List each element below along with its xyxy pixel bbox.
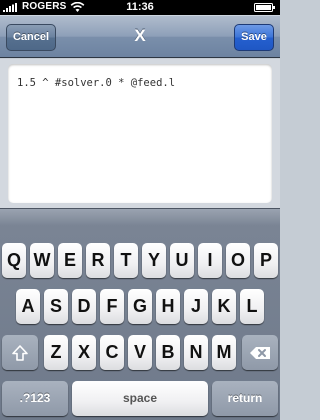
cancel-button[interactable]: Cancel [6, 24, 56, 51]
key-u[interactable]: U [170, 243, 194, 278]
return-key[interactable]: return [212, 381, 278, 416]
shift-key[interactable] [2, 335, 38, 370]
key-e[interactable]: E [58, 243, 82, 278]
expression-text: 1.5 ^ #solver.0 * @feed.l [17, 77, 176, 89]
keyboard: Q W E R T Y U I O P A S D F G H J K L Z … [0, 208, 280, 420]
key-o[interactable]: O [226, 243, 250, 278]
key-w[interactable]: W [30, 243, 54, 278]
delete-key[interactable] [242, 335, 278, 370]
key-j[interactable]: J [184, 289, 208, 324]
status-clock: 11:36 [126, 1, 154, 13]
key-m[interactable]: M [212, 335, 236, 370]
key-v[interactable]: V [128, 335, 152, 370]
key-d[interactable]: D [72, 289, 96, 324]
status-bar: ROGERS 11:36 [0, 0, 280, 15]
key-p[interactable]: P [254, 243, 278, 278]
key-a[interactable]: A [16, 289, 40, 324]
key-g[interactable]: G [128, 289, 152, 324]
key-x[interactable]: X [72, 335, 96, 370]
expression-text-field[interactable]: 1.5 ^ #solver.0 * @feed.l [8, 64, 272, 203]
key-b[interactable]: B [156, 335, 180, 370]
backspace-icon [250, 346, 270, 359]
key-n[interactable]: N [184, 335, 208, 370]
space-key[interactable]: space [72, 381, 208, 416]
save-button[interactable]: Save [234, 24, 274, 51]
key-i[interactable]: I [198, 243, 222, 278]
key-l[interactable]: L [240, 289, 264, 324]
key-f[interactable]: F [100, 289, 124, 324]
battery-icon [254, 3, 275, 12]
key-z[interactable]: Z [44, 335, 68, 370]
editor-area: 1.5 ^ #solver.0 * @feed.l [0, 59, 280, 208]
numbers-key[interactable]: .?123 [2, 381, 68, 416]
navigation-bar: Cancel X Save [0, 15, 280, 58]
key-c[interactable]: C [100, 335, 124, 370]
page-title: X [134, 26, 146, 45]
key-s[interactable]: S [44, 289, 68, 324]
key-y[interactable]: Y [142, 243, 166, 278]
key-t[interactable]: T [114, 243, 138, 278]
key-h[interactable]: H [156, 289, 180, 324]
shift-arrow-icon [12, 344, 28, 361]
key-q[interactable]: Q [2, 243, 26, 278]
key-r[interactable]: R [86, 243, 110, 278]
key-k[interactable]: K [212, 289, 236, 324]
